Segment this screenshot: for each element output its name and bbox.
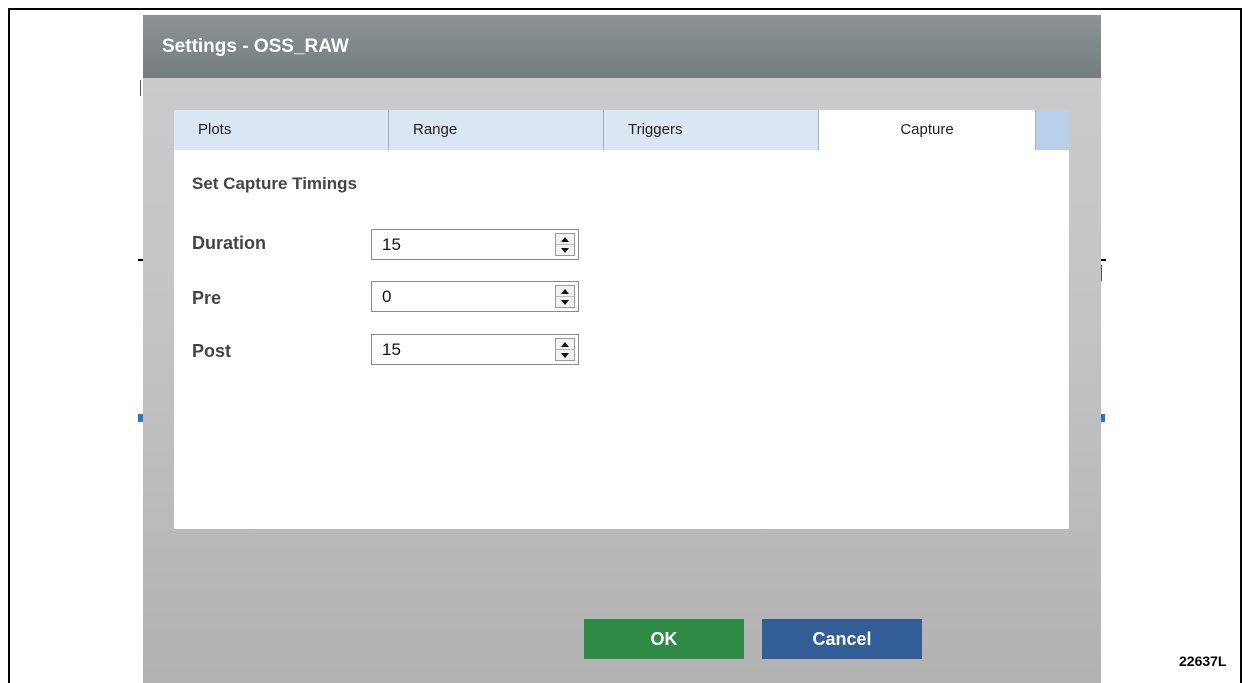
dialog-title[interactable]: Settings - OSS_RAW (143, 15, 1101, 78)
cancel-button[interactable]: Cancel (762, 619, 922, 659)
arrow-down-icon (561, 299, 569, 305)
arrow-up-icon (561, 288, 569, 294)
pre-increment-button[interactable] (556, 286, 574, 297)
ok-button[interactable]: OK (584, 619, 744, 659)
duration-value[interactable]: 15 (382, 235, 401, 255)
background-tick (1101, 265, 1102, 281)
arrow-up-icon (561, 236, 569, 242)
duration-decrement-button[interactable] (556, 245, 574, 255)
pre-stepper[interactable]: 0 (371, 281, 579, 312)
pre-value[interactable]: 0 (382, 287, 391, 307)
tab-bar: Plots Range Triggers Capture (174, 110, 1069, 150)
tab-bar-filler (1036, 110, 1069, 150)
background-tick (140, 80, 141, 96)
settings-panel: Plots Range Triggers Capture Set Capture… (174, 110, 1069, 529)
tab-capture[interactable]: Capture (819, 110, 1036, 150)
pre-decrement-button[interactable] (556, 297, 574, 307)
post-decrement-button[interactable] (556, 350, 574, 360)
section-title: Set Capture Timings (192, 174, 357, 193)
tab-triggers[interactable]: Triggers (604, 110, 819, 150)
arrow-down-icon (561, 247, 569, 253)
arrow-down-icon (561, 352, 569, 358)
pre-label: Pre (192, 288, 222, 308)
settings-dialog: Settings - OSS_RAW Plots Range Triggers … (143, 15, 1101, 683)
post-stepper[interactable]: 15 (371, 334, 579, 365)
duration-stepper[interactable]: 15 (371, 229, 579, 260)
pre-spin-buttons (555, 285, 575, 308)
tab-plots[interactable]: Plots (174, 110, 389, 150)
tab-range[interactable]: Range (389, 110, 604, 150)
post-spin-buttons (555, 338, 575, 361)
duration-increment-button[interactable] (556, 234, 574, 245)
post-increment-button[interactable] (556, 339, 574, 350)
post-value[interactable]: 15 (382, 340, 401, 360)
arrow-up-icon (561, 341, 569, 347)
figure-id-label: 22637L (1179, 653, 1227, 669)
post-label: Post (192, 341, 232, 361)
duration-spin-buttons (555, 233, 575, 256)
duration-label: Duration (192, 233, 266, 253)
